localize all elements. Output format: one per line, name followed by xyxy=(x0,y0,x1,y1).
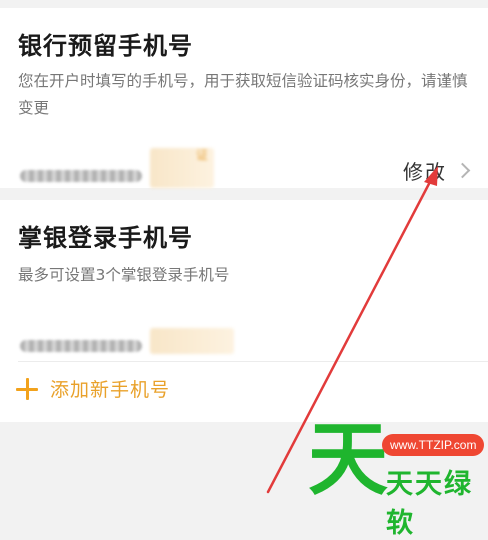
watermark-url: www.TTZIP.com xyxy=(382,434,485,456)
watermark-logo-char: 天 xyxy=(308,413,388,506)
watermark-name: 天天绿软 xyxy=(386,469,473,539)
annotation-arrow xyxy=(266,166,438,494)
